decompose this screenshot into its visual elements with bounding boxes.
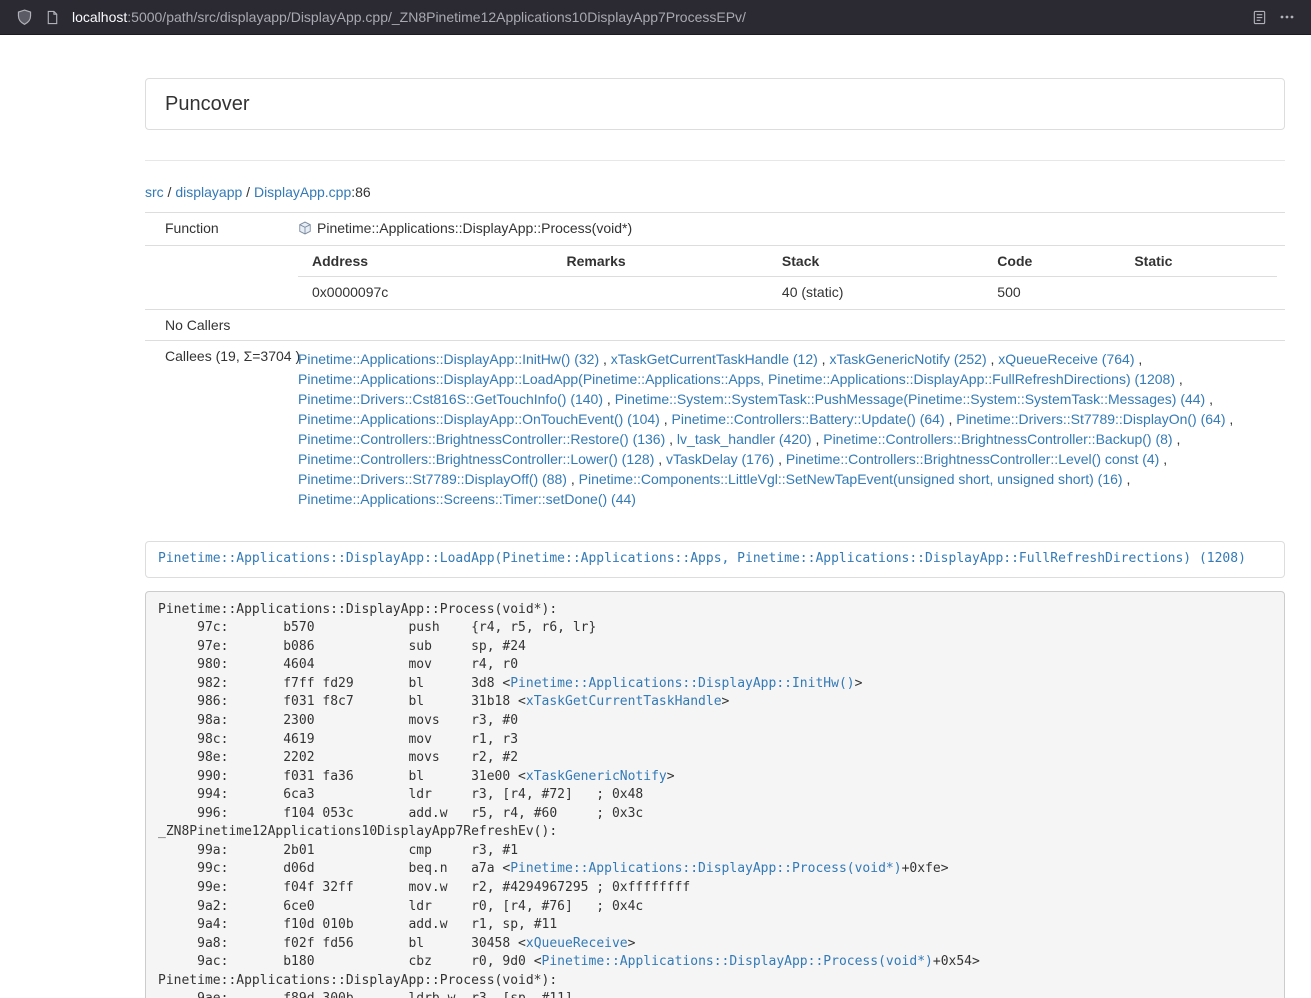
callee-separator: , [603, 391, 615, 407]
browser-toolbar: localhost:5000/path/src/displayapp/Displ… [0, 0, 1311, 35]
header-remarks: Remarks [553, 246, 768, 277]
metrics-empty-label [145, 246, 290, 310]
callees-row: Callees (19, Σ=3704 ) Pinetime::Applicat… [145, 341, 1285, 518]
more-options-icon[interactable] [1273, 3, 1301, 31]
address-value: 0x0000097c [298, 277, 553, 308]
method-cube-icon [298, 220, 312, 240]
divider [145, 160, 1285, 161]
page-title: Puncover [165, 93, 250, 115]
header-static: Static [1120, 246, 1277, 277]
asm-symbol-link[interactable]: xTaskGenericNotify [526, 769, 667, 784]
metrics-row: Address Remarks Stack Code Static 0x0000… [145, 246, 1285, 310]
breadcrumb-link-displayapp.cpp[interactable]: DisplayApp.cpp [254, 184, 351, 200]
highlighted-callee-box: Pinetime::Applications::DisplayApp::Load… [145, 541, 1285, 578]
callee-separator: , [812, 431, 824, 447]
callee-separator: , [1205, 391, 1213, 407]
breadcrumb-separator: / [164, 184, 176, 200]
callees-list: Pinetime::Applications::DisplayApp::Init… [290, 341, 1285, 518]
callee-separator: , [660, 411, 672, 427]
metrics-header-row: Address Remarks Stack Code Static [298, 246, 1277, 277]
callee-link[interactable]: Pinetime::Controllers::Battery::Update()… [672, 411, 945, 427]
disassembly-block: Pinetime::Applications::DisplayApp::Proc… [145, 591, 1285, 998]
callee-separator: , [774, 451, 786, 467]
no-callers-cell [290, 310, 1285, 341]
callee-link[interactable]: Pinetime::Applications::Screens::Timer::… [298, 491, 636, 507]
no-callers-label: No Callers [145, 310, 290, 341]
document-icon [45, 10, 60, 25]
function-row: Function Pinetime::Applications::Display… [145, 213, 1285, 246]
callee-separator: , [567, 471, 579, 487]
breadcrumb-link-displayapp[interactable]: displayapp [175, 184, 242, 200]
breadcrumb-separator: / [242, 184, 254, 200]
metrics-values-row: 0x0000097c 40 (static) 500 [298, 277, 1277, 308]
highlighted-callee-link[interactable]: Pinetime::Applications::DisplayApp::Load… [158, 551, 1246, 566]
callee-separator: , [1173, 431, 1181, 447]
callee-link[interactable]: xTaskGenericNotify (252) [829, 351, 986, 367]
callee-separator: , [818, 351, 830, 367]
no-callers-row: No Callers [145, 310, 1285, 341]
header-stack: Stack [768, 246, 983, 277]
callee-link[interactable]: vTaskDelay (176) [666, 451, 774, 467]
callee-separator: , [1159, 451, 1167, 467]
breadcrumb-link-src[interactable]: src [145, 184, 164, 200]
callee-separator: , [945, 411, 957, 427]
callee-link[interactable]: Pinetime::Applications::DisplayApp::Init… [298, 351, 599, 367]
breadcrumb-line-number: :86 [351, 184, 370, 200]
callee-separator: , [599, 351, 611, 367]
callee-link[interactable]: Pinetime::Controllers::BrightnessControl… [298, 431, 665, 447]
callee-link[interactable]: Pinetime::Controllers::BrightnessControl… [786, 451, 1159, 467]
callee-link[interactable]: xQueueReceive (764) [998, 351, 1134, 367]
callee-link[interactable]: lv_task_handler (420) [677, 431, 812, 447]
callee-link[interactable]: Pinetime::Controllers::BrightnessControl… [823, 431, 1172, 447]
remarks-value [553, 277, 768, 308]
code-value: 500 [983, 277, 1120, 308]
callee-link[interactable]: xTaskGetCurrentTaskHandle (12) [611, 351, 818, 367]
asm-symbol-link[interactable]: Pinetime::Applications::DisplayApp::Proc… [542, 954, 933, 969]
reader-page-icon [1252, 10, 1267, 25]
callee-separator: , [1123, 471, 1131, 487]
callee-link[interactable]: Pinetime::Components::LittleVgl::SetNewT… [579, 471, 1123, 487]
meatballs-menu-icon [1279, 9, 1295, 25]
main-content: Puncover src / displayapp / DisplayApp.c… [145, 78, 1285, 998]
page-info-icon[interactable] [38, 3, 66, 31]
callee-separator: , [665, 431, 677, 447]
function-label: Function [145, 213, 290, 246]
callee-separator: , [1175, 371, 1183, 387]
callee-separator: , [987, 351, 999, 367]
breadcrumb: src / displayapp / DisplayApp.cpp:86 [145, 182, 1285, 202]
metrics-table: Address Remarks Stack Code Static 0x0000… [298, 246, 1277, 307]
url-path: :5000/path/src/displayapp/DisplayApp.cpp… [127, 9, 746, 25]
url-host: localhost [72, 9, 127, 25]
asm-symbol-link[interactable]: xQueueReceive [526, 936, 628, 951]
callee-separator: , [1226, 411, 1234, 427]
callee-link[interactable]: Pinetime::Drivers::Cst816S::GetTouchInfo… [298, 391, 603, 407]
function-name: Pinetime::Applications::DisplayApp::Proc… [317, 220, 632, 236]
url-bar[interactable]: localhost:5000/path/src/displayapp/Displ… [72, 9, 1245, 25]
callee-link[interactable]: Pinetime::System::SystemTask::PushMessag… [615, 391, 1206, 407]
callee-link[interactable]: Pinetime::Applications::DisplayApp::Load… [298, 371, 1175, 387]
function-name-cell: Pinetime::Applications::DisplayApp::Proc… [290, 213, 1285, 246]
stack-value: 40 (static) [768, 277, 983, 308]
symbol-table: Function Pinetime::Applications::Display… [145, 212, 1285, 517]
header-address: Address [298, 246, 553, 277]
callee-link[interactable]: Pinetime::Applications::DisplayApp::OnTo… [298, 411, 660, 427]
callees-label: Callees (19, Σ=3704 ) [145, 341, 290, 518]
asm-symbol-link[interactable]: xTaskGetCurrentTaskHandle [526, 694, 722, 709]
callee-link[interactable]: Pinetime::Drivers::St7789::DisplayOn() (… [956, 411, 1225, 427]
tracking-protection-shield-icon[interactable] [10, 3, 38, 31]
metrics-cell: Address Remarks Stack Code Static 0x0000… [290, 246, 1285, 310]
reader-view-icon[interactable] [1245, 3, 1273, 31]
asm-symbol-link[interactable]: Pinetime::Applications::DisplayApp::Init… [510, 676, 854, 691]
callee-link[interactable]: Pinetime::Controllers::BrightnessControl… [298, 451, 654, 467]
shield-icon [16, 9, 33, 26]
page-title-panel: Puncover [145, 78, 1285, 130]
callee-separator: , [1134, 351, 1142, 367]
callee-separator: , [654, 451, 666, 467]
callee-link[interactable]: Pinetime::Drivers::St7789::DisplayOff() … [298, 471, 567, 487]
header-code: Code [983, 246, 1120, 277]
asm-symbol-link[interactable]: Pinetime::Applications::DisplayApp::Proc… [510, 861, 901, 876]
static-value [1120, 277, 1277, 308]
